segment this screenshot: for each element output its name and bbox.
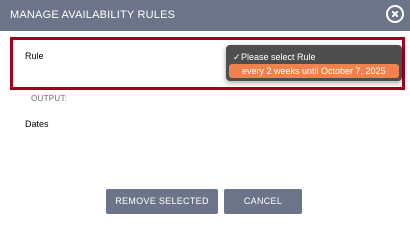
- dates-label: Dates: [25, 119, 49, 129]
- option-every-2-weeks[interactable]: every 2 weeks until October 7, 2025: [229, 64, 399, 78]
- checkmark-icon: ✓: [233, 52, 241, 62]
- close-icon[interactable]: [386, 5, 404, 23]
- remove-selected-button[interactable]: REMOVE SELECTED: [106, 189, 218, 214]
- option-please-select-rule[interactable]: ✓ Please select Rule: [226, 50, 402, 64]
- output-label: OUTPUT:: [31, 94, 68, 103]
- dialog-title: MANAGE AVAILABILITY RULES: [10, 9, 176, 21]
- dialog-header: MANAGE AVAILABILITY RULES: [0, 0, 410, 31]
- cancel-button[interactable]: CANCEL: [224, 189, 302, 214]
- rule-label: Rule: [25, 51, 44, 61]
- option-label: Please select Rule: [241, 52, 316, 62]
- rule-dropdown-menu[interactable]: ✓ Please select Rule every 2 weeks until…: [226, 45, 402, 81]
- option-label: every 2 weeks until October 7, 2025: [242, 66, 386, 76]
